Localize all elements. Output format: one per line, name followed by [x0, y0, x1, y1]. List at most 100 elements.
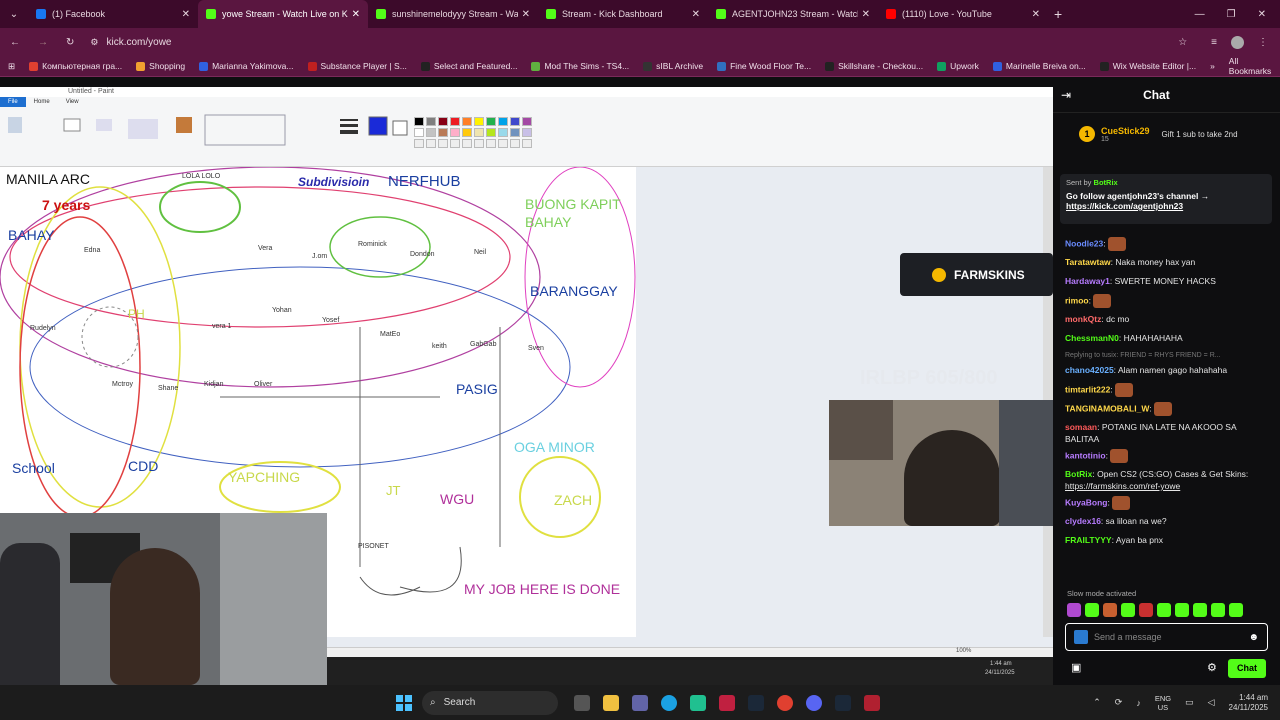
chat-username[interactable]: Noodle23 [1065, 238, 1103, 248]
network-icon[interactable]: ⟳ [1115, 697, 1123, 708]
chat-users-icon[interactable]: ▣ [1071, 661, 1081, 674]
discord-icon[interactable] [806, 694, 822, 711]
chat-message[interactable]: FRAILTYYY: Ayan ba pnx [1053, 532, 1280, 551]
steam-icon[interactable] [748, 694, 764, 711]
bookmark-item[interactable]: sIBL Archive [643, 61, 703, 71]
browser-tab[interactable]: Stream - Kick Dashboard ✕ [538, 0, 708, 28]
mic-icon[interactable]: ♪ [1136, 698, 1141, 708]
bookmark-item[interactable]: Substance Player | S... [307, 61, 407, 71]
url-field[interactable]: kick.com/yowe [106, 37, 171, 48]
settings-gear-icon[interactable]: ⚙ [1207, 661, 1217, 674]
bookmark-item[interactable]: Skillshare - Checkou... [825, 61, 923, 71]
browser-tab[interactable]: sunshinemelodyyy Stream - Wa ✕ [368, 0, 538, 28]
tab-close-icon[interactable]: ✕ [1032, 9, 1040, 20]
all-bookmarks[interactable]: All Bookmarks [1229, 56, 1272, 76]
app-icon[interactable] [719, 694, 735, 711]
emote-icon[interactable] [1121, 603, 1135, 617]
chat-username[interactable]: clydex16 [1065, 516, 1101, 526]
bookmark-item[interactable]: Компьютерная гра... [29, 61, 122, 71]
clock[interactable]: 1:44 am 24/11/2025 [1229, 693, 1268, 713]
close-window-icon[interactable]: ✕ [1258, 9, 1266, 20]
restore-icon[interactable]: ❐ [1227, 9, 1236, 20]
chat-message[interactable]: KuyaBong: [1053, 494, 1280, 513]
bookmark-item[interactable]: Fine Wood Floor Te... [717, 61, 811, 71]
chrome-icon[interactable] [777, 694, 793, 711]
chat-username[interactable]: timtarlit222 [1065, 384, 1110, 394]
emote-icon[interactable] [1085, 603, 1099, 617]
bookmark-item[interactable]: Marianna Yakimova... [199, 61, 294, 71]
chat-message[interactable]: ChessmanN0: HAHAHAHAHA [1053, 330, 1280, 349]
browser-tab[interactable]: yowe Stream - Watch Live on K ✕ [198, 0, 368, 28]
stream-video[interactable]: Untitled - Paint File Home View MANILA A… [0, 87, 1053, 685]
chat-input[interactable]: Send a message ☻ [1065, 623, 1268, 651]
chat-username[interactable]: ChessmanN0 [1065, 333, 1119, 343]
farmskins-banner[interactable]: FARMSKINS [900, 253, 1053, 296]
chat-username[interactable]: BotRix [1065, 469, 1092, 479]
chat-message[interactable]: BotRix: Open CS2 (CS:GO) Cases & Get Ski… [1053, 466, 1280, 494]
task-view-icon[interactable] [574, 694, 590, 711]
app-icon[interactable] [864, 694, 880, 711]
gift-leaderboard[interactable]: 1 CueStick29 15 Gift 1 sub to take 2nd [1053, 117, 1280, 151]
teams-icon[interactable] [632, 694, 648, 711]
chat-username[interactable]: kantotinio [1065, 450, 1106, 460]
app-icon[interactable] [690, 694, 706, 711]
display-icon[interactable]: ▭ [1185, 697, 1194, 708]
input-language[interactable]: ENG US [1155, 694, 1171, 712]
emote-icon[interactable] [1211, 603, 1225, 617]
emote-icon[interactable] [1175, 603, 1189, 617]
emoji-icon[interactable]: ☻ [1248, 632, 1259, 643]
collapse-chat-icon[interactable]: ⇥ [1061, 88, 1071, 102]
chat-link[interactable]: https://farmskins.com/ref-yowe [1065, 481, 1180, 491]
emote-icon[interactable] [1139, 603, 1153, 617]
chat-username[interactable]: monkQtz [1065, 314, 1101, 324]
pinned-link[interactable]: https://kick.com/agentjohn23 [1066, 201, 1266, 211]
bookmark-star-icon[interactable]: ☆ [1178, 37, 1187, 48]
browser-tab[interactable]: AGENTJOHN23 Stream - Watch ✕ [708, 0, 878, 28]
back-icon[interactable]: ← [10, 37, 20, 48]
emote-icon[interactable] [1229, 603, 1243, 617]
tab-close-icon[interactable]: ✕ [692, 9, 700, 20]
pinned-message[interactable]: Sent by BotRix Go follow agentjohn23's c… [1060, 174, 1272, 224]
chat-message[interactable]: Taratawtaw: Naka money hax yan [1053, 254, 1280, 273]
browser-tab[interactable]: (1) Facebook ✕ [28, 0, 198, 28]
apps-grid-icon[interactable]: ⊞ [8, 61, 15, 72]
chat-message[interactable]: kantotinio: [1053, 447, 1280, 466]
tab-close-icon[interactable]: ✕ [862, 9, 870, 20]
tab-list-icon[interactable]: ⌄ [0, 9, 28, 20]
chat-message[interactable]: rimoo: [1053, 292, 1280, 311]
chat-message[interactable]: monkQtz: dc mo [1053, 311, 1280, 330]
chat-username[interactable]: TANGINAMOBALI_W [1065, 403, 1149, 413]
chat-message[interactable]: chano42025: Alam namen gago hahahaha [1053, 362, 1280, 381]
reload-icon[interactable]: ↻ [66, 37, 74, 48]
chat-message[interactable]: somaan: POTANG INA LATE NA AKOOO SA BALI… [1053, 419, 1280, 447]
edge-icon[interactable] [661, 694, 677, 711]
avatar[interactable] [1231, 35, 1244, 49]
chat-message[interactable]: timtarlit222: [1053, 381, 1280, 400]
chat-send-button[interactable]: Chat [1228, 659, 1266, 678]
menu-icon[interactable]: ⋮ [1258, 37, 1268, 48]
chat-message[interactable]: Hardaway1: SWERTE MONEY HACKS [1053, 273, 1280, 292]
bookmark-item[interactable]: Wix Website Editor |... [1099, 61, 1196, 71]
bookmark-item[interactable]: Marinelle Breiva on... [992, 61, 1086, 71]
windows-start-icon[interactable] [396, 694, 412, 711]
emote-icon[interactable] [1193, 603, 1207, 617]
tab-close-icon[interactable]: ✕ [522, 9, 530, 20]
file-explorer-icon[interactable] [603, 694, 619, 711]
bookmark-item[interactable]: Upwork [937, 61, 979, 71]
emote-icon[interactable] [1103, 603, 1117, 617]
more-bookmarks-icon[interactable]: » [1210, 61, 1215, 71]
volume-icon[interactable]: ◁ [1208, 697, 1215, 708]
chat-message[interactable]: clydex16: sa liloan na we? [1053, 513, 1280, 532]
chat-message[interactable]: TANGINAMOBALI_W: [1053, 400, 1280, 419]
tab-close-icon[interactable]: ✕ [352, 9, 360, 20]
chevron-up-icon[interactable]: ⌃ [1093, 697, 1101, 708]
chat-username[interactable]: Hardaway1 [1065, 276, 1110, 286]
chat-username[interactable]: chano42025 [1065, 365, 1114, 375]
emote-icon[interactable] [1157, 603, 1171, 617]
new-tab-button[interactable]: + [1054, 6, 1062, 22]
chat-username[interactable]: rimoo [1065, 295, 1089, 305]
site-info-icon[interactable]: ⚙ [90, 37, 98, 48]
chat-username[interactable]: somaan [1065, 422, 1097, 432]
steam-icon[interactable] [835, 694, 851, 711]
tab-close-icon[interactable]: ✕ [182, 9, 190, 20]
